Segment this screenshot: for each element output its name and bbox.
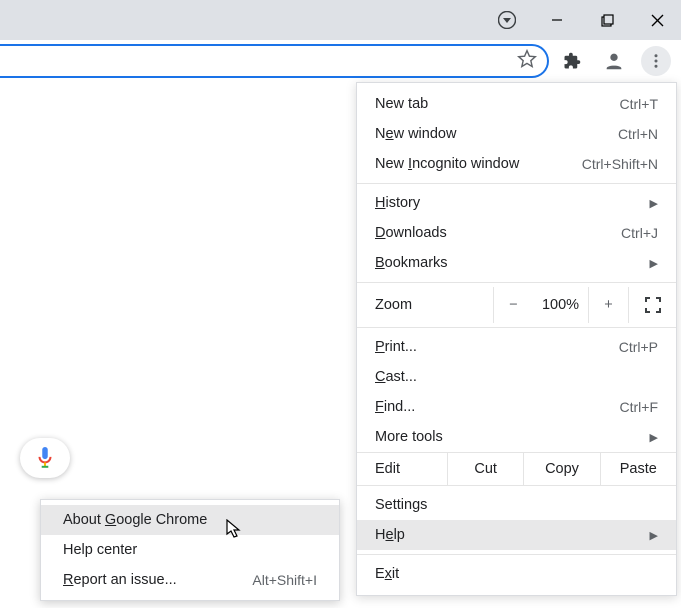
browser-toolbar <box>0 40 681 82</box>
menu-help[interactable]: Help ▶ <box>357 520 676 550</box>
microphone-icon <box>37 447 53 469</box>
menu-label: Report an issue... <box>63 572 177 588</box>
menu-label: Bookmarks <box>375 255 448 271</box>
menu-shortcut: Ctrl+Shift+N <box>582 156 658 172</box>
chevron-right-icon: ▶ <box>650 431 658 444</box>
menu-find[interactable]: Find... Ctrl+F <box>357 392 676 422</box>
zoom-out-button[interactable]: − <box>493 287 533 323</box>
submenu-help-center[interactable]: Help center <box>41 535 339 565</box>
more-menu-button[interactable] <box>641 46 671 76</box>
menu-separator <box>357 282 676 283</box>
menu-label: Cast... <box>375 369 417 385</box>
menu-label: Exit <box>375 566 399 582</box>
menu-shortcut: Alt+Shift+I <box>252 572 317 588</box>
fullscreen-button[interactable] <box>628 287 676 323</box>
window-maximize-button[interactable] <box>593 6 621 34</box>
window-titlebar <box>0 0 681 40</box>
voice-search-button[interactable] <box>20 438 70 478</box>
copy-button[interactable]: Copy <box>523 453 599 485</box>
zoom-in-button[interactable]: + <box>588 287 628 323</box>
menu-label: Zoom <box>357 297 493 313</box>
address-bar[interactable] <box>0 44 549 78</box>
menu-label: Help <box>375 527 405 543</box>
menu-label: Edit <box>357 453 447 485</box>
menu-edit-row: Edit Cut Copy Paste <box>357 452 676 486</box>
menu-settings[interactable]: Settings <box>357 490 676 520</box>
menu-more-tools[interactable]: More tools ▶ <box>357 422 676 452</box>
menu-downloads[interactable]: Downloads Ctrl+J <box>357 218 676 248</box>
bookmark-star-icon[interactable] <box>517 49 537 74</box>
submenu-about-chrome[interactable]: About Google Chrome <box>41 505 339 535</box>
menu-label: New Incognito window <box>375 156 519 172</box>
menu-label: Print... <box>375 339 417 355</box>
chrome-main-menu: New tab Ctrl+T New window Ctrl+N New Inc… <box>356 82 677 596</box>
help-submenu: About Google Chrome Help center Report a… <box>40 499 340 601</box>
menu-new-incognito[interactable]: New Incognito window Ctrl+Shift+N <box>357 149 676 179</box>
menu-history[interactable]: History ▶ <box>357 188 676 218</box>
menu-bookmarks[interactable]: Bookmarks ▶ <box>357 248 676 278</box>
menu-label: Settings <box>375 497 427 513</box>
menu-label: More tools <box>375 429 443 445</box>
account-indicator-icon[interactable] <box>493 6 521 34</box>
menu-shortcut: Ctrl+P <box>619 339 658 355</box>
menu-shortcut: Ctrl+J <box>621 225 658 241</box>
zoom-value: 100% <box>533 297 588 313</box>
menu-label: About Google Chrome <box>63 512 207 528</box>
window-minimize-button[interactable] <box>543 6 571 34</box>
chevron-right-icon: ▶ <box>650 257 658 270</box>
menu-zoom-row: Zoom − 100% + <box>357 287 676 323</box>
menu-label: New window <box>375 126 456 142</box>
menu-print[interactable]: Print... Ctrl+P <box>357 332 676 362</box>
menu-separator <box>357 327 676 328</box>
chevron-right-icon: ▶ <box>650 529 658 542</box>
menu-shortcut: Ctrl+N <box>618 126 658 142</box>
profile-avatar-icon[interactable] <box>599 46 629 76</box>
extensions-icon[interactable] <box>557 46 587 76</box>
menu-new-tab[interactable]: New tab Ctrl+T <box>357 89 676 119</box>
menu-shortcut: Ctrl+T <box>620 96 659 112</box>
menu-label: Find... <box>375 399 415 415</box>
menu-exit[interactable]: Exit <box>357 559 676 589</box>
menu-label: Help center <box>63 542 137 558</box>
menu-shortcut: Ctrl+F <box>620 399 659 415</box>
menu-separator <box>357 183 676 184</box>
cut-button[interactable]: Cut <box>447 453 523 485</box>
menu-separator <box>357 554 676 555</box>
window-close-button[interactable] <box>643 6 671 34</box>
submenu-report-issue[interactable]: Report an issue... Alt+Shift+I <box>41 565 339 595</box>
menu-label: History <box>375 195 420 211</box>
menu-label: Downloads <box>375 225 447 241</box>
menu-new-window[interactable]: New window Ctrl+N <box>357 119 676 149</box>
menu-label: New tab <box>375 96 428 112</box>
fullscreen-icon <box>645 297 661 313</box>
menu-cast[interactable]: Cast... <box>357 362 676 392</box>
paste-button[interactable]: Paste <box>600 453 676 485</box>
chevron-right-icon: ▶ <box>650 197 658 210</box>
